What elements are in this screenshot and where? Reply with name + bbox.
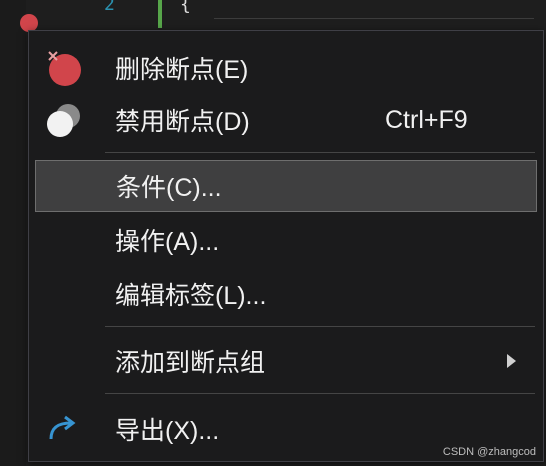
menu-item-label: 导出(X)... [115, 417, 220, 445]
menu-item-action[interactable]: 操作(A)... [29, 214, 543, 266]
menu-item-label: 添加到断点组 [115, 349, 266, 377]
change-indicator-bar [158, 0, 162, 28]
breakpoint-delete-icon [43, 48, 83, 88]
breakpoint-disable-icon [43, 100, 83, 140]
menu-separator [105, 152, 535, 153]
menu-separator [105, 393, 535, 394]
export-arrow-icon [43, 409, 83, 449]
menu-item-disable-breakpoint[interactable]: 禁用断点(D) Ctrl+F9 [29, 94, 543, 146]
menu-item-label: 操作(A)... [115, 228, 220, 256]
menu-item-shortcut: Ctrl+F9 [385, 105, 468, 134]
menu-item-label: 编辑标签(L)... [115, 282, 267, 310]
editor-gutter [0, 0, 26, 466]
breakpoint-context-menu: 删除断点(E) 禁用断点(D) Ctrl+F9 条件(C)... 操作(A)..… [28, 30, 544, 462]
menu-item-condition[interactable]: 条件(C)... [35, 160, 537, 212]
menu-item-add-to-group[interactable]: 添加到断点组 [29, 335, 543, 387]
line-number: 2 [104, 0, 115, 15]
code-editor-strip [0, 0, 546, 34]
menu-separator [105, 326, 535, 327]
editor-window: 2 { 删除断点(E) 禁用断点(D) Ctrl+F9 条件(C)... 操作(… [0, 0, 546, 466]
submenu-arrow-icon [507, 354, 516, 368]
menu-item-label: 禁用断点(D) [115, 108, 250, 136]
watermark-text: CSDN @zhangcod [442, 446, 536, 458]
menu-item-edit-labels[interactable]: 编辑标签(L)... [29, 268, 543, 320]
code-line-underline [214, 18, 534, 23]
menu-item-label: 条件(C)... [116, 174, 222, 202]
menu-item-delete-breakpoint[interactable]: 删除断点(E) [29, 42, 543, 94]
menu-item-label: 删除断点(E) [115, 56, 249, 84]
code-line: { [180, 0, 191, 15]
